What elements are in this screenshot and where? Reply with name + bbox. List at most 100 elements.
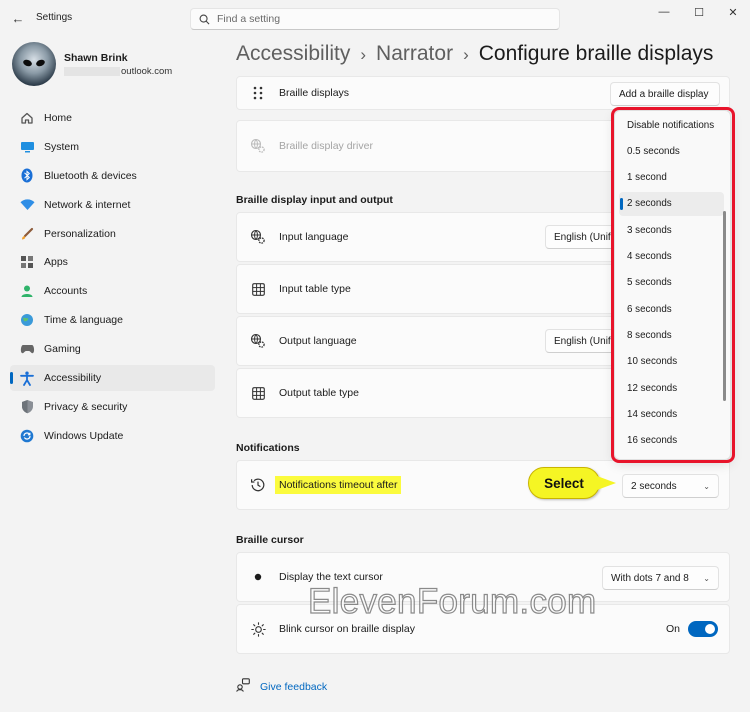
notifications-timeout-label: Notifications timeout after (275, 476, 402, 494)
output-language-label: Output language (279, 335, 357, 347)
timeout-dropdown-list: Disable notifications 0.5 seconds 1 seco… (614, 110, 731, 460)
dropdown-option[interactable]: 6 seconds (619, 297, 724, 321)
sidebar-item-accessibility[interactable]: Accessibility (10, 365, 215, 392)
sidebar-item-label: Network & internet (44, 198, 131, 211)
select-callout: Select (528, 467, 600, 499)
sidebar-item-personalization[interactable]: Personalization (10, 221, 215, 247)
blink-cursor-toggle[interactable] (688, 621, 718, 637)
dropdown-option[interactable]: 5 seconds (619, 271, 724, 295)
braille-cursor-section-title: Braille cursor (236, 534, 304, 546)
back-button[interactable]: ← (8, 8, 28, 28)
language-gear-icon (249, 332, 267, 350)
dropdown-option[interactable]: 4 seconds (619, 245, 724, 269)
bluetooth-icon (18, 167, 36, 185)
notifications-timeout-value: 2 seconds (631, 480, 677, 492)
breadcrumb-separator: › (463, 45, 469, 64)
bullet-dot-icon (249, 568, 267, 586)
breadcrumb: Accessibility › Narrator › Configure braille… (236, 42, 713, 66)
give-feedback-label: Give feedback (260, 680, 328, 693)
language-gear-icon (249, 137, 267, 155)
brightness-icon (249, 620, 267, 638)
avatar-eye (22, 58, 33, 68)
home-icon (18, 109, 36, 127)
close-button[interactable]: ✕ (716, 4, 750, 20)
minimize-button[interactable]: — (647, 4, 681, 20)
feedback-icon (236, 678, 250, 695)
email-suffix: outlook.com (121, 66, 173, 77)
display-cursor-dropdown[interactable]: With dots 7 and 8 ⌄ (602, 566, 719, 590)
sidebar-item-system[interactable]: System (10, 134, 215, 160)
sidebar-item-privacy[interactable]: Privacy & security (10, 394, 215, 420)
user-email: outlook.com (64, 66, 172, 77)
breadcrumb-narrator[interactable]: Narrator (376, 42, 453, 65)
braille-displays-card: Braille displays Add a braille display (236, 76, 730, 110)
dropdown-option[interactable]: 1 second (619, 166, 724, 190)
sidebar-item-windows-update[interactable]: Windows Update (10, 423, 215, 449)
email-redaction (64, 66, 120, 76)
sidebar-item-label: Personalization (44, 227, 116, 240)
sidebar-item-label: Gaming (44, 343, 81, 356)
input-language-label: Input language (279, 231, 349, 243)
dropdown-option[interactable]: 16 seconds (619, 429, 724, 453)
sidebar-item-label: System (44, 140, 80, 153)
blink-toggle-state: On (666, 623, 681, 635)
maximize-button[interactable]: ☐ (682, 4, 716, 20)
braille-displays-label: Braille displays (279, 87, 350, 99)
sidebar-item-label: Time & language (44, 314, 123, 327)
dropdown-option[interactable]: 3 seconds (619, 218, 724, 242)
dropdown-option[interactable]: 12 seconds (619, 376, 724, 400)
search-icon (191, 14, 217, 25)
dropdown-option-selected[interactable]: 2 seconds (619, 191, 724, 216)
sidebar-item-label: Apps (44, 256, 68, 269)
dropdown-option[interactable]: 14 seconds (619, 402, 724, 426)
display-cursor-value: With dots 7 and 8 (611, 572, 689, 584)
wifi-icon (18, 196, 36, 214)
dropdown-option[interactable]: 0.5 seconds (619, 139, 724, 163)
sidebar-item-label: Accessibility (44, 372, 102, 385)
gaming-icon (18, 340, 36, 358)
user-profile[interactable]: Shawn Brink outlook.com (12, 42, 222, 86)
app-title: Settings (36, 12, 73, 23)
sidebar-item-gaming[interactable]: Gaming (10, 336, 215, 362)
sidebar-item-label: Home (44, 112, 73, 124)
accounts-icon (18, 282, 36, 300)
sidebar-item-network[interactable]: Network & internet (10, 192, 215, 218)
sidebar-item-home[interactable]: Home (10, 105, 215, 131)
chevron-down-icon: ⌄ (703, 481, 710, 491)
dropdown-option[interactable]: 8 seconds (619, 323, 724, 347)
sidebar-item-accounts[interactable]: Accounts (10, 278, 215, 304)
add-braille-display-button[interactable]: Add a braille display (610, 82, 720, 106)
input-language-value: English (Unifi (554, 231, 613, 243)
sidebar-nav: Home System Bluetooth & devices Network … (10, 105, 215, 452)
dropdown-option[interactable]: Disable notifications (619, 113, 724, 137)
io-section-title: Braille display input and output (236, 194, 393, 206)
callout-pointer (597, 476, 616, 490)
notifications-timeout-card: Notifications timeout after 2 seconds ⌄ (236, 460, 730, 510)
title-bar: ← Settings Find a setting — ☐ ✕ (0, 0, 750, 36)
blink-cursor-label: Blink cursor on braille display (279, 623, 415, 635)
search-placeholder: Find a setting (217, 13, 281, 25)
braille-driver-label: Braille display driver (279, 140, 373, 152)
grid-icon (249, 280, 267, 298)
give-feedback-link[interactable]: Give feedback (236, 678, 327, 695)
breadcrumb-accessibility[interactable]: Accessibility (236, 42, 350, 65)
update-icon (18, 427, 36, 445)
chevron-down-icon: ⌄ (703, 573, 710, 583)
watermark: ElevenForum.com (307, 581, 597, 621)
sidebar-item-label: Accounts (44, 285, 88, 298)
sidebar-item-bluetooth[interactable]: Bluetooth & devices (10, 163, 215, 189)
sidebar-item-apps[interactable]: Apps (10, 249, 215, 275)
globe-icon (18, 311, 36, 329)
sidebar-item-label: Bluetooth & devices (44, 169, 137, 182)
history-icon (249, 476, 267, 494)
dropdown-scrollbar[interactable] (723, 211, 726, 401)
sidebar-item-time-language[interactable]: Time & language (10, 307, 215, 333)
dropdown-option[interactable]: 10 seconds (619, 350, 724, 374)
apps-icon (18, 253, 36, 271)
brush-icon (18, 225, 36, 243)
input-table-label: Input table type (279, 283, 351, 295)
breadcrumb-separator: › (360, 45, 367, 64)
search-box[interactable]: Find a setting (190, 8, 560, 30)
system-icon (18, 138, 36, 156)
notifications-timeout-dropdown[interactable]: 2 seconds ⌄ (622, 474, 719, 498)
